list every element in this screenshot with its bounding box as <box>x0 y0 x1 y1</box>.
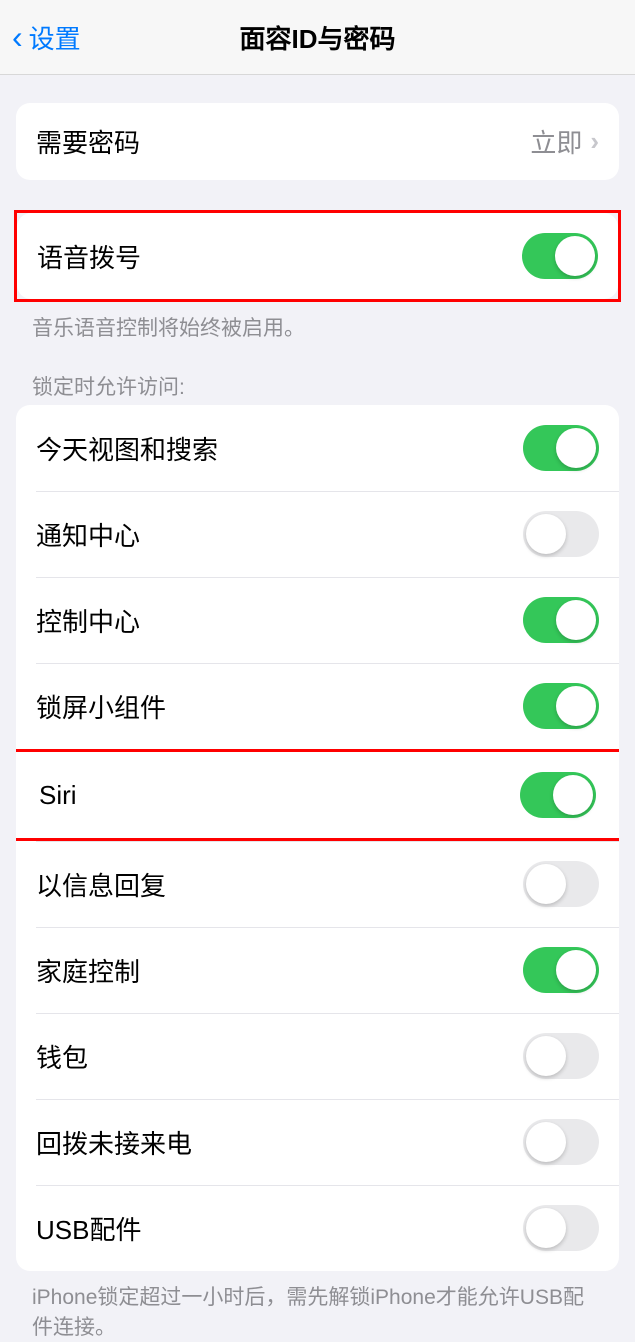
toggle-knob <box>526 514 566 554</box>
toggle-knob <box>555 236 595 276</box>
lock-access-label: 今天视图和搜索 <box>36 430 218 467</box>
lock-access-label: 钱包 <box>36 1038 88 1075</box>
lock-access-row: 锁屏小组件 <box>16 663 619 749</box>
back-button[interactable]: ‹ 设置 <box>0 19 81 56</box>
lock-access-row: 今天视图和搜索 <box>16 405 619 491</box>
lock-access-toggle[interactable] <box>523 861 599 907</box>
nav-header: ‹ 设置 面容ID与密码 <box>0 0 635 75</box>
lock-access-toggle[interactable] <box>523 425 599 471</box>
chevron-right-icon: › <box>590 126 599 157</box>
lock-access-toggle[interactable] <box>523 1205 599 1251</box>
toggle-knob <box>526 864 566 904</box>
toggle-knob <box>556 428 596 468</box>
toggle-knob <box>556 600 596 640</box>
lock-access-row: 通知中心 <box>16 491 619 577</box>
lock-access-label: Siri <box>39 780 77 811</box>
toggle-knob <box>556 686 596 726</box>
siri-highlight: Siri <box>16 749 619 841</box>
require-passcode-row[interactable]: 需要密码 立即 › <box>16 103 619 180</box>
lock-access-row: 以信息回复 <box>16 841 619 927</box>
lock-access-toggle[interactable] <box>520 772 596 818</box>
lock-access-group: 今天视图和搜索通知中心控制中心锁屏小组件 Siri 以信息回复家庭控制钱包回拨未接来… <box>16 405 619 1271</box>
passcode-group: 需要密码 立即 › <box>16 103 619 180</box>
require-passcode-value: 立即 <box>530 123 582 160</box>
lock-access-label: 锁屏小组件 <box>36 688 166 725</box>
voice-dial-label: 语音拨号 <box>37 238 141 275</box>
toggle-knob <box>526 1036 566 1076</box>
lock-access-row: 回拨未接来电 <box>16 1099 619 1185</box>
voice-dial-footer: 音乐语音控制将始终被启用。 <box>0 302 635 343</box>
toggle-knob <box>526 1208 566 1248</box>
chevron-left-icon: ‹ <box>12 19 23 56</box>
lock-access-toggle[interactable] <box>523 683 599 729</box>
lock-access-header: 锁定时允许访问: <box>0 343 635 405</box>
toggle-knob <box>526 1122 566 1162</box>
lock-access-row: 控制中心 <box>16 577 619 663</box>
lock-access-toggle[interactable] <box>523 597 599 643</box>
back-label: 设置 <box>29 19 81 56</box>
lock-access-toggle[interactable] <box>523 1119 599 1165</box>
lock-access-label: 通知中心 <box>36 516 140 553</box>
content: 需要密码 立即 › 语音拨号 音乐语音控制将始终被启用。 锁定时允许访问: 今天… <box>0 103 635 1342</box>
lock-access-footer: iPhone锁定超过一小时后，需先解锁iPhone才能允许USB配件连接。 <box>0 1271 635 1342</box>
lock-access-label: 控制中心 <box>36 602 140 639</box>
toggle-knob <box>556 950 596 990</box>
require-passcode-value-wrap: 立即 › <box>530 123 599 160</box>
lock-access-row: 钱包 <box>16 1013 619 1099</box>
lock-access-toggle[interactable] <box>523 511 599 557</box>
toggle-knob <box>553 775 593 815</box>
lock-access-toggle[interactable] <box>523 1033 599 1079</box>
page-title: 面容ID与密码 <box>239 19 395 56</box>
lock-access-row: USB配件 <box>16 1185 619 1271</box>
voice-dial-toggle[interactable] <box>522 233 598 279</box>
voice-dial-row: 语音拨号 <box>17 213 618 299</box>
voice-dial-highlight: 语音拨号 <box>14 210 621 302</box>
lock-access-label: 以信息回复 <box>36 866 166 903</box>
lock-access-label: 家庭控制 <box>36 952 140 989</box>
lock-access-label: USB配件 <box>36 1210 141 1247</box>
lock-access-row: 家庭控制 <box>16 927 619 1013</box>
require-passcode-label: 需要密码 <box>36 123 140 160</box>
lock-access-row: Siri <box>16 752 619 838</box>
lock-access-toggle[interactable] <box>523 947 599 993</box>
voice-dial-group: 语音拨号 <box>17 213 618 299</box>
lock-access-label: 回拨未接来电 <box>36 1124 192 1161</box>
